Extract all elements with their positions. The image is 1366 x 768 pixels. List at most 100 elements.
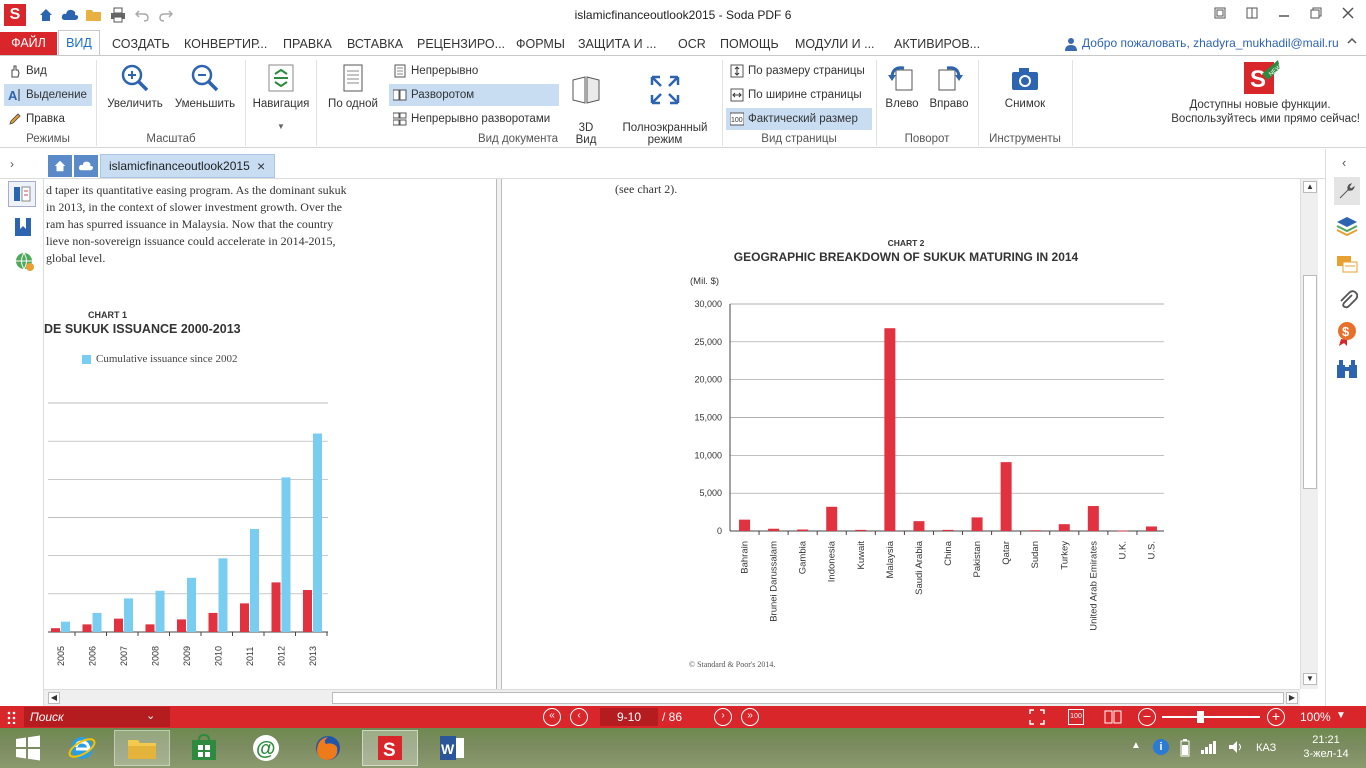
links-globe-icon[interactable] (14, 251, 36, 273)
fullscreen-status-icon[interactable] (1029, 709, 1045, 725)
fit-width-button[interactable]: По ширине страницы (726, 84, 872, 106)
info-tray-icon[interactable]: i (1153, 739, 1169, 755)
previous-page-icon[interactable]: ‹ (570, 708, 588, 726)
scroll-left-icon[interactable]: ◀ (48, 692, 60, 704)
minimize-icon[interactable] (1270, 2, 1298, 24)
rotate-left-button[interactable]: Влево (880, 62, 924, 110)
snapshot-button[interactable]: Снимок (996, 62, 1054, 110)
maximize-icon[interactable] (1302, 2, 1330, 24)
page-number-input[interactable]: 9-10 (600, 708, 658, 726)
fit-page-button[interactable]: По размеру страницы (726, 60, 872, 82)
volume-icon[interactable] (1228, 740, 1246, 757)
search-dropdown-icon[interactable]: ⌄ (146, 709, 155, 722)
clock[interactable]: 21:21 3-жел-14 (1298, 733, 1354, 761)
continuous-button[interactable]: Непрерывно (389, 60, 559, 82)
signal-icon[interactable] (1200, 740, 1218, 757)
zoom-dropdown-icon[interactable]: ▼ (1336, 710, 1346, 721)
mode-view-button[interactable]: Вид (4, 60, 92, 82)
soda-new-promo-icon[interactable]: S NEW (1244, 60, 1283, 96)
last-page-icon[interactable]: » (741, 708, 759, 726)
menu-help[interactable]: ПОМОЩЬ (718, 33, 781, 55)
zoom-slider-thumb[interactable] (1197, 711, 1204, 723)
mail-agent-icon[interactable]: @ (238, 730, 294, 766)
next-page-icon[interactable]: › (714, 708, 732, 726)
navigation-button[interactable]: Навигация ▼ (250, 62, 312, 131)
expand-panel-icon[interactable]: › (10, 157, 14, 171)
document-viewport[interactable]: d taper its quantitative easing program.… (44, 179, 1300, 689)
zoom-slider[interactable] (1162, 716, 1260, 718)
menu-forms[interactable]: ФОРМЫ (514, 33, 567, 55)
scroll-right-icon[interactable]: ▶ (1286, 692, 1298, 704)
actual-size-button[interactable]: 100 Фактический размер (726, 108, 872, 130)
spread-button[interactable]: Разворотом (389, 84, 559, 106)
layers-icon[interactable] (1336, 215, 1358, 240)
home-tab-icon[interactable] (48, 155, 72, 177)
cloud-tab-icon[interactable] (74, 155, 98, 177)
welcome-text[interactable]: Добро пожаловать, zhadyra_mukhadil@mail.… (1082, 36, 1339, 50)
menu-activate[interactable]: АКТИВИРОВ... (892, 33, 982, 55)
windows-store-icon[interactable] (176, 730, 232, 766)
menu-security[interactable]: ЗАЩИТА И ... (576, 33, 659, 55)
menu-create[interactable]: СОЗДАТЬ (110, 33, 172, 55)
menu-convert[interactable]: КОНВЕРТИР... (182, 33, 269, 55)
group-label-tools: Инструменты (989, 133, 1061, 145)
zoom-out-button[interactable]: Уменьшить (172, 62, 238, 110)
vertical-scroll-thumb[interactable] (1303, 275, 1317, 489)
soda-pdf-taskbar-icon[interactable]: S (362, 730, 418, 766)
zoom-out-status-icon[interactable]: − (1138, 708, 1156, 726)
collapse-panel-icon[interactable]: ‹ (1342, 155, 1346, 170)
menu-edit[interactable]: ПРАВКА (281, 33, 334, 55)
menu-modules[interactable]: МОДУЛИ И ... (793, 33, 877, 55)
collapse-ribbon-icon[interactable] (1345, 34, 1361, 50)
ribbon-options-icon[interactable] (1238, 2, 1266, 24)
horizontal-scrollbar[interactable]: ◀ ▶ (44, 689, 1300, 706)
mode-select-button[interactable]: A Выделение (4, 84, 92, 106)
menu-file[interactable]: ФАЙЛ (0, 32, 57, 55)
camera-icon (1012, 68, 1038, 90)
thumbnails-icon[interactable] (8, 181, 36, 207)
close-icon[interactable] (1334, 2, 1362, 24)
comments-icon[interactable] (1336, 253, 1358, 278)
menu-insert[interactable]: ВСТАВКА (345, 33, 405, 55)
scroll-down-icon[interactable]: ▼ (1303, 673, 1317, 685)
single-page-button[interactable]: По одной (322, 62, 384, 110)
internet-explorer-icon[interactable] (54, 730, 110, 766)
signature-icon[interactable]: $ (1336, 321, 1358, 350)
single-page-icon (343, 64, 363, 92)
windows-start-icon[interactable] (0, 730, 56, 766)
menu-view[interactable]: ВИД (58, 30, 100, 55)
scroll-up-icon[interactable]: ▲ (1303, 181, 1317, 193)
tab-document[interactable]: islamicfinanceoutlook2015 × (100, 154, 275, 178)
menu-ocr[interactable]: OCR (676, 33, 708, 55)
binoculars-icon[interactable] (1336, 359, 1358, 382)
menu-review[interactable]: РЕЦЕНЗИРО... (415, 33, 507, 55)
close-tab-icon[interactable]: × (257, 155, 265, 177)
zoom-level[interactable]: 100% (1300, 710, 1331, 724)
zoom-in-status-icon[interactable]: + (1267, 708, 1285, 726)
chart2-ytick-label: 20,000 (694, 375, 722, 385)
zoom-in-button[interactable]: Увеличить (104, 62, 166, 110)
promo-text[interactable]: Доступны новые функции. Воспользуйтесь и… (1120, 98, 1360, 126)
keyboard-language[interactable]: КАЗ (1256, 742, 1276, 754)
continuous-spread-button[interactable]: Непрерывно разворотами (389, 108, 559, 130)
search-field[interactable]: Поиск ⌄ (24, 707, 170, 727)
first-page-icon[interactable]: « (543, 708, 561, 726)
actual-size-status-icon[interactable]: 100 (1068, 709, 1084, 725)
tray-expand-icon[interactable]: ▲ (1131, 740, 1141, 751)
battery-icon[interactable] (1180, 739, 1190, 760)
chart2-tick-label: U.K. (1117, 541, 1128, 559)
svg-text:$: $ (1342, 324, 1350, 339)
restore-ribbon-icon[interactable] (1206, 2, 1234, 24)
horizontal-scroll-thumb[interactable] (332, 692, 1284, 704)
vertical-scrollbar[interactable]: ▲ ▼ (1300, 179, 1318, 689)
dropdown-arrow-icon[interactable]: ▼ (250, 122, 312, 131)
file-explorer-icon[interactable] (114, 730, 170, 766)
bookmarks-icon[interactable] (14, 217, 34, 237)
word-icon[interactable]: W (424, 730, 480, 766)
firefox-icon[interactable] (300, 730, 356, 766)
rotate-right-button[interactable]: Вправо (926, 62, 972, 110)
wrench-icon[interactable] (1334, 177, 1360, 205)
attachment-icon[interactable] (1338, 289, 1359, 314)
spread-status-icon[interactable] (1104, 709, 1122, 725)
mode-edit-button[interactable]: Правка (4, 108, 92, 130)
